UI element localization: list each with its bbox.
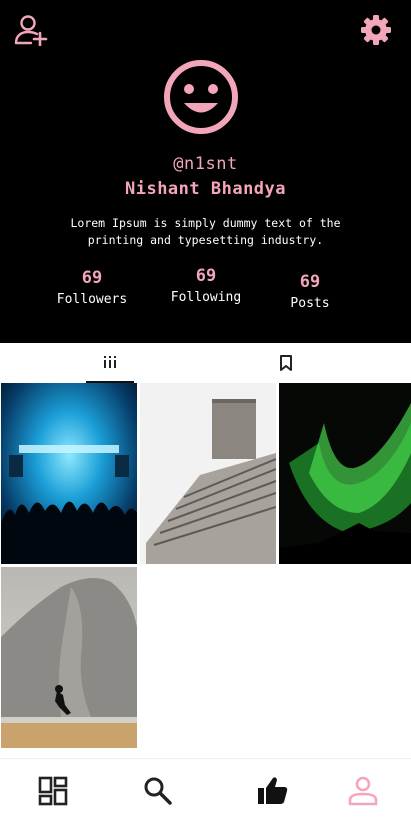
avatar[interactable] [162, 58, 240, 136]
thumbs-up-icon [258, 777, 288, 804]
user-handle: @n1snt [173, 154, 238, 174]
nav-profile-button[interactable] [346, 774, 380, 808]
posts-grid [0, 383, 411, 753]
tab-saved[interactable] [262, 343, 310, 383]
add-user-icon [14, 15, 48, 47]
settings-button[interactable] [359, 13, 393, 47]
settings-icon [361, 15, 391, 45]
user-bio: Lorem Ipsum is simply dummy text of the … [70, 216, 341, 247]
post-tile[interactable] [1, 383, 137, 564]
nav-search-button[interactable] [141, 774, 175, 808]
followers-stat[interactable]: 69 Followers [37, 268, 147, 307]
smiley-face-icon [164, 60, 238, 134]
user-display-name: Nishant Bhandya [124, 179, 287, 199]
post-tile[interactable] [140, 383, 276, 564]
climber-photo [1, 567, 137, 748]
tab-posts-grid[interactable] [86, 343, 134, 383]
building-photo [140, 383, 276, 564]
bottom-navigation [0, 758, 411, 823]
profile-icon [348, 776, 378, 806]
bookmark-icon [280, 355, 292, 371]
post-tile[interactable] [279, 383, 411, 564]
following-count: 69 [195, 266, 217, 286]
posts-count: 69 [299, 272, 321, 292]
aurora-photo [279, 383, 411, 564]
dashboard-icon [38, 776, 68, 806]
profile-header: @n1snt Nishant Bhandya Lorem Ipsum is si… [0, 0, 411, 343]
profile-tabs [0, 343, 411, 383]
add-user-button[interactable] [14, 14, 48, 47]
nav-likes-button[interactable] [256, 774, 290, 808]
search-icon [144, 777, 172, 805]
grid-icon [104, 356, 116, 368]
concert-photo [1, 383, 137, 564]
followers-count: 69 [81, 268, 103, 288]
following-label: Following [170, 290, 242, 305]
post-tile[interactable] [1, 567, 137, 748]
following-stat[interactable]: 69 Following [151, 266, 261, 305]
posts-label: Posts [290, 296, 330, 311]
posts-stat[interactable]: 69 Posts [255, 272, 365, 311]
followers-label: Followers [56, 292, 128, 307]
nav-home-button[interactable] [36, 774, 70, 808]
